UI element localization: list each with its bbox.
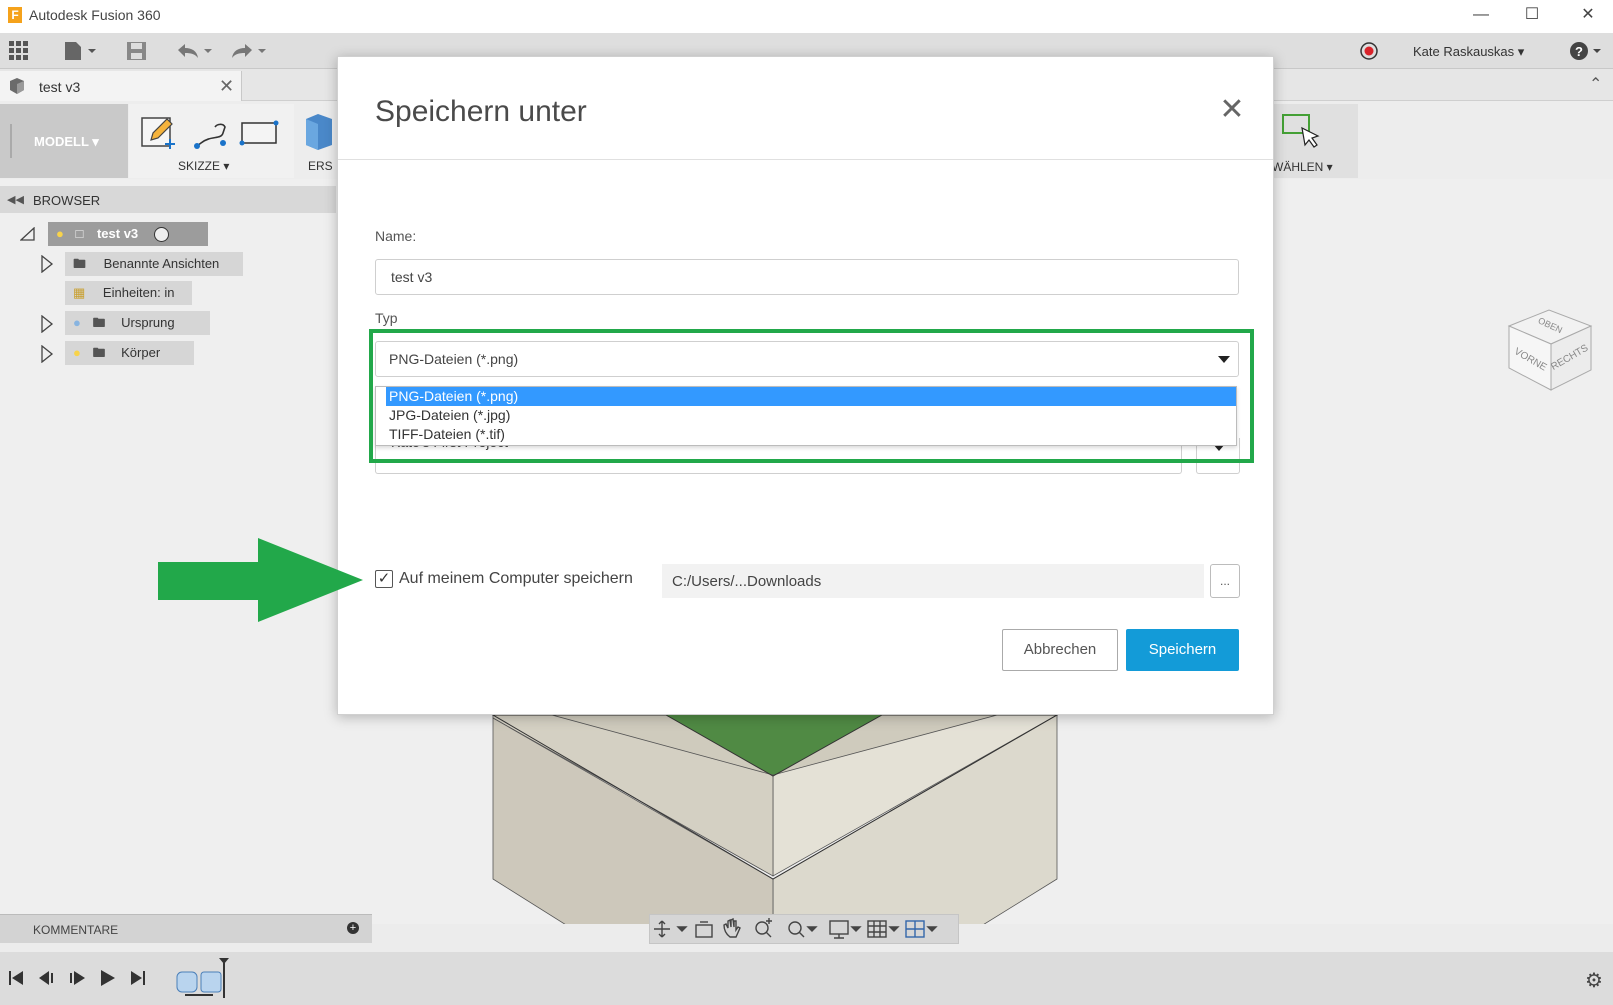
browser-item-named-views[interactable]: 🖿 Benannte Ansichten (65, 252, 243, 276)
expand-arrow-icon[interactable] (40, 314, 54, 336)
activate-radio-icon[interactable] (153, 227, 169, 243)
save-local-label: Auf meinem Computer speichern (399, 570, 633, 587)
help-icon[interactable]: ? (1569, 41, 1605, 61)
visibility-bulb-icon[interactable]: ● (73, 345, 81, 360)
select-menu[interactable]: WÄHLEN ▾ (1272, 160, 1333, 174)
visibility-bulb-off-icon[interactable]: ● (73, 315, 81, 330)
sketch-panel: SKIZZE ▾ (129, 104, 294, 178)
undo-icon[interactable] (176, 41, 216, 61)
box-icon[interactable] (302, 111, 336, 154)
timeline: ⚙ (0, 952, 1613, 1005)
save-button[interactable]: Speichern (1126, 629, 1239, 671)
workspace-label: MODELL ▾ (34, 134, 99, 149)
minimize-button[interactable]: — (1458, 0, 1504, 33)
type-label: Typ (375, 310, 398, 326)
user-menu[interactable]: Kate Raskauskas ▾ (1413, 44, 1524, 60)
viewcube[interactable]: OBEN VORNE RECHTS (1505, 304, 1595, 394)
document-settings-icon: ▦ (73, 285, 86, 300)
folder-icon: 🖿 (92, 315, 106, 330)
navigation-toolbar (649, 914, 959, 944)
save-icon[interactable] (126, 41, 148, 61)
timeline-first-icon[interactable] (8, 970, 24, 989)
close-window-button[interactable]: ✕ (1565, 0, 1611, 33)
name-input[interactable] (375, 259, 1239, 295)
file-menu-icon[interactable] (62, 41, 98, 61)
component-icon (7, 76, 27, 99)
data-panel-grid-icon[interactable] (8, 41, 30, 61)
browser-item-units[interactable]: ▦ Einheiten: in (65, 281, 192, 305)
redo-icon[interactable] (230, 41, 270, 61)
line-icon[interactable] (191, 118, 231, 155)
folder-icon: 🖿 (92, 345, 106, 360)
save-as-dialog: Speichern unter ✕ Name: Typ Kate's First… (337, 56, 1274, 715)
root-node-label: test v3 (96, 226, 139, 241)
rectangle-icon[interactable] (239, 120, 279, 151)
add-comment-icon[interactable]: + (347, 922, 359, 934)
green-arrow-annotation-icon (158, 538, 363, 622)
cancel-button[interactable]: Abbrechen (1002, 629, 1118, 671)
save-local-checkbox[interactable]: ✓ (375, 570, 393, 588)
visibility-bulb-icon[interactable]: ● (56, 226, 64, 241)
close-tab-icon[interactable]: ✕ (219, 76, 234, 97)
browse-button[interactable]: ... (1210, 564, 1240, 598)
fusion-logo-icon: F (8, 7, 22, 23)
dialog-title: Speichern unter (375, 95, 587, 128)
ribbon-grip (10, 124, 12, 158)
dialog-header: Speichern unter ✕ (338, 57, 1273, 160)
browser-item-label: Körper (121, 345, 161, 360)
timeline-settings-gear-icon[interactable]: ⚙ (1585, 968, 1603, 993)
local-path-field[interactable]: C:/Users/...Downloads (662, 564, 1204, 598)
browser-item-label: Benannte Ansichten (103, 256, 220, 271)
maximize-button[interactable]: ☐ (1509, 0, 1555, 33)
timeline-last-icon[interactable] (130, 970, 146, 989)
browser-item-origin[interactable]: ● 🖿 Ursprung (65, 311, 210, 335)
comments-bar: KOMMENTARE + (0, 914, 372, 943)
timeline-play-icon[interactable] (68, 970, 86, 989)
select-panel: WÄHLEN ▾ (1272, 104, 1358, 178)
close-icon[interactable]: ✕ (1217, 95, 1247, 125)
collapse-ribbon-icon[interactable]: ⌃ (1589, 74, 1602, 94)
expand-arrow-icon[interactable] (40, 344, 54, 366)
create-sketch-icon[interactable] (139, 114, 179, 157)
browser-header: ◀◀ BROWSER (0, 186, 336, 213)
svg-text:?: ? (1575, 44, 1583, 59)
collapse-arrow-icon[interactable] (19, 226, 36, 244)
create-menu[interactable]: ERS (308, 159, 333, 173)
browser-title: BROWSER (33, 193, 101, 208)
expand-arrow-icon[interactable] (40, 254, 54, 276)
select-icon[interactable] (1280, 112, 1320, 155)
title-bar: F Autodesk Fusion 360 — ☐ ✕ (0, 0, 1613, 33)
collapse-browser-icon[interactable]: ◀◀ (7, 193, 24, 206)
comments-label: KOMMENTARE (33, 923, 119, 937)
sketch-menu[interactable]: SKIZZE ▾ (178, 159, 229, 173)
folder-icon: 🖿 (73, 256, 87, 271)
window-title: Autodesk Fusion 360 (29, 7, 161, 23)
document-tab[interactable]: test v3 ✕ (0, 71, 242, 101)
browser-item-label: Einheiten: in (102, 285, 175, 300)
timeline-next-icon[interactable] (100, 969, 116, 990)
name-label: Name: (375, 228, 417, 244)
browser-root-node[interactable]: ● □ test v3 (48, 222, 208, 246)
record-icon[interactable] (1359, 41, 1379, 61)
component-icon: □ (75, 226, 84, 241)
highlight-annotation-box (369, 329, 1254, 463)
browser-item-bodies[interactable]: ● 🖿 Körper (65, 341, 194, 365)
workspace-switcher[interactable]: MODELL ▾ (0, 104, 128, 178)
browser-item-label: Ursprung (121, 315, 175, 330)
document-tab-title: test v3 (39, 79, 81, 95)
timeline-previous-icon[interactable] (38, 970, 56, 989)
timeline-features-icon[interactable] (175, 958, 245, 1001)
